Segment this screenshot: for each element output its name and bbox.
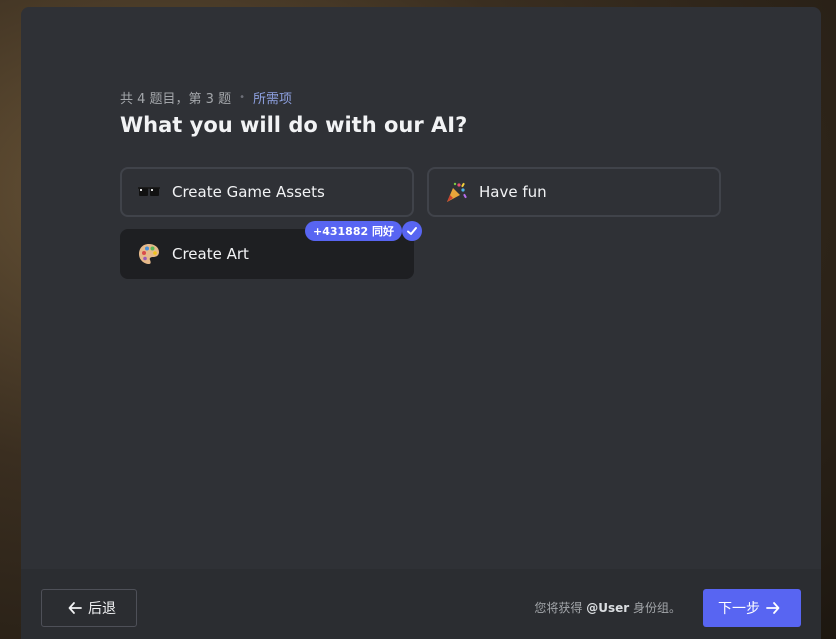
modal-footer: 后退 您将获得 @User 身份组。 下一步	[21, 569, 821, 639]
back-button[interactable]: 后退	[41, 589, 137, 627]
question-counter: 共 4 题目，第 3 题	[120, 92, 232, 107]
back-button-label: 后退	[88, 601, 116, 617]
checkmark-icon	[402, 221, 422, 241]
member-count-badge: +431882 同好	[305, 221, 402, 241]
option-have-fun[interactable]: Have fun	[427, 167, 721, 217]
onboarding-modal: 共 4 题目，第 3 题 • 所需项 What you will do with…	[21, 7, 821, 639]
palette-icon	[138, 243, 160, 265]
option-label: Create Game Assets	[172, 183, 325, 201]
party-popper-icon	[445, 181, 467, 203]
next-button-label: 下一步	[718, 601, 760, 617]
sunglasses-icon	[138, 181, 160, 203]
option-create-game-assets[interactable]: Create Game Assets	[120, 167, 414, 217]
role-mention: @User	[586, 601, 630, 615]
question-title: What you will do with our AI?	[120, 113, 468, 137]
progress-separator: •	[239, 92, 245, 103]
arrow-right-icon	[766, 602, 780, 614]
option-label: Have fun	[479, 183, 547, 201]
role-note-suffix: 身份组。	[632, 601, 681, 615]
next-button[interactable]: 下一步	[703, 589, 801, 627]
question-progress: 共 4 题目，第 3 题 • 所需项	[120, 88, 292, 107]
option-label: Create Art	[172, 245, 249, 263]
role-grant-note: 您将获得 @User 身份组。	[534, 599, 681, 616]
role-note-prefix: 您将获得	[534, 601, 583, 615]
required-label: 所需项	[252, 92, 292, 107]
arrow-left-icon	[68, 602, 82, 614]
